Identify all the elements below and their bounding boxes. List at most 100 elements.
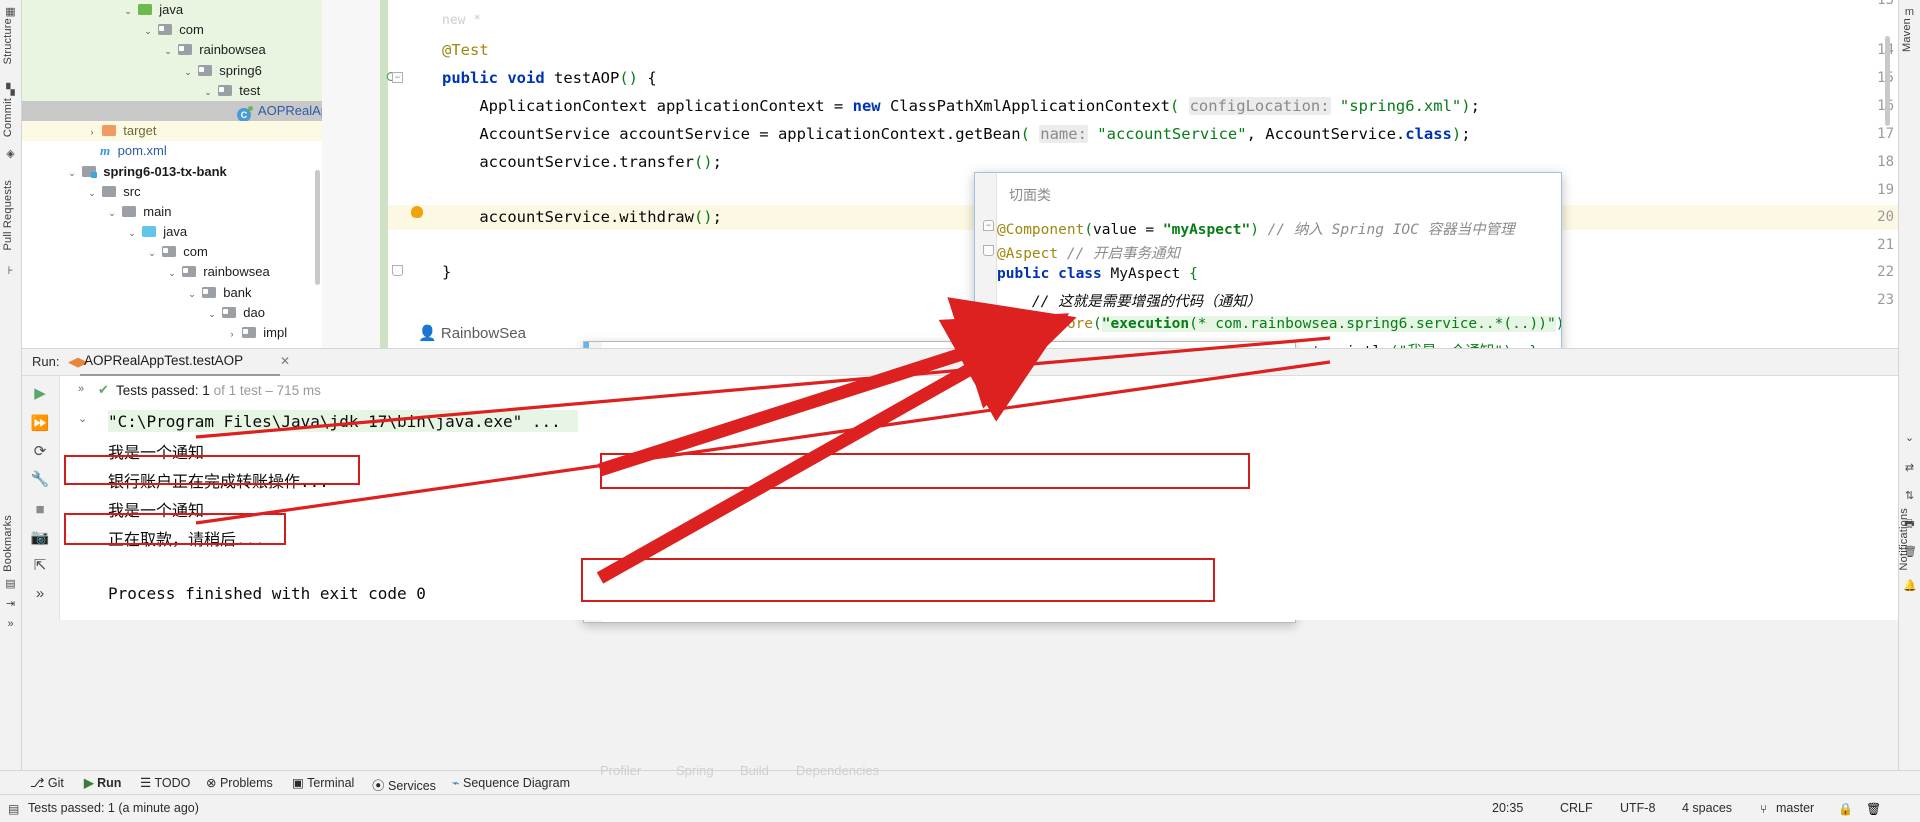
sort-icon[interactable]: ⇅: [1903, 490, 1916, 503]
sidebar-item-commit[interactable]: Commit: [2, 98, 14, 137]
tab-services[interactable]: ⦿ Services: [372, 775, 436, 794]
tree-row-target[interactable]: › target: [22, 121, 322, 142]
tab-run[interactable]: ▶ Run: [84, 775, 121, 790]
expand-all-icon[interactable]: ⇥: [4, 598, 17, 611]
run-toolbar[interactable]: ▶ ⏩ ⟳ 🔧 ■ 📷 ⇱ »: [22, 376, 60, 620]
camera-icon[interactable]: 📷: [30, 528, 50, 548]
tree-row-impl[interactable]: › impl: [22, 323, 322, 343]
editor-scrollbar[interactable]: [1885, 36, 1890, 126]
close-icon[interactable]: ✕: [280, 354, 290, 368]
collapse-icon[interactable]: »: [30, 584, 50, 604]
sidebar-item-maven[interactable]: Maven: [1901, 18, 1913, 52]
tree-row-com[interactable]: ⌄ com: [22, 20, 322, 41]
sidebar-item-structure[interactable]: Structure: [2, 18, 14, 64]
tree-row-aoprealapptest[interactable]: C AOPRealAppTest: [22, 100, 322, 122]
ghost-tab-profiler[interactable]: Profiler: [600, 763, 641, 778]
chevron-down-icon[interactable]: ⌄: [106, 203, 118, 223]
chevron-down-icon[interactable]: ⌄: [86, 183, 98, 203]
ghost-tab-dependencies[interactable]: Dependencies: [796, 763, 879, 778]
tree-row-dao[interactable]: ⌄ dao: [22, 303, 322, 323]
test-status-prefix: Tests passed:: [116, 383, 203, 398]
tree-row-rainbowsea[interactable]: ⌄ rainbowsea: [22, 40, 322, 61]
line-number: 17: [1877, 126, 1894, 142]
chevron-down-icon[interactable]: ⌄: [142, 21, 154, 41]
folder-icon: [217, 84, 232, 96]
sidebar-item-pull-requests[interactable]: Pull Requests: [2, 180, 14, 250]
bookmarks-icon[interactable]: ▤: [4, 578, 17, 591]
tree-label: dao: [243, 304, 265, 320]
commit-icon[interactable]: ◈: [4, 148, 17, 161]
chevron-down-icon[interactable]: ⌄: [182, 62, 194, 82]
chevron-down-icon[interactable]: ⌄: [186, 284, 198, 304]
maven-file-icon: m: [100, 143, 111, 159]
tree-scrollbar[interactable]: [315, 170, 320, 285]
status-encoding[interactable]: UTF-8: [1620, 801, 1655, 815]
chevron-down-icon[interactable]: ⌄: [122, 1, 134, 21]
tree-row-module[interactable]: ⌄ spring6-013-tx-bank: [22, 162, 322, 182]
trash-icon[interactable]: 🗑: [1866, 802, 1881, 816]
code-fold-icon[interactable]: −: [392, 72, 403, 83]
code-fold-icon[interactable]: [983, 245, 994, 256]
lock-icon[interactable]: 🔒: [1838, 802, 1853, 816]
tree-row-java-main[interactable]: ⌄ java: [22, 222, 322, 242]
filter-icon[interactable]: ⇄: [1903, 462, 1916, 475]
tab-terminal[interactable]: ▣ Terminal: [292, 775, 354, 790]
chevron-right-icon[interactable]: ›: [226, 324, 238, 344]
status-line-separator[interactable]: CRLF: [1560, 801, 1593, 815]
chevron-down-icon[interactable]: ⌄: [166, 263, 178, 283]
tab-git[interactable]: ⎇ Git: [30, 775, 64, 790]
stop-icon[interactable]: ■: [30, 500, 50, 520]
pull-requests-icon[interactable]: ⊦: [4, 265, 17, 278]
status-branch[interactable]: master: [1776, 801, 1814, 815]
event-log-icon[interactable]: ▤: [8, 802, 19, 816]
ghost-tab-spring[interactable]: Spring: [676, 763, 714, 778]
tree-row-main[interactable]: ⌄ main: [22, 202, 322, 222]
tree-label: java: [163, 224, 188, 240]
breadcrumb[interactable]: 👤 RainbowSea: [418, 324, 526, 342]
expand-chevron-icon[interactable]: »: [78, 383, 84, 395]
editor-gutter[interactable]: [322, 0, 380, 348]
code-fold-icon[interactable]: [392, 265, 403, 276]
console-fold-chevron-icon[interactable]: ⌄: [78, 412, 87, 425]
chevron-down-icon[interactable]: ⌄: [66, 163, 78, 183]
tree-row-rainbowsea-main[interactable]: ⌄ rainbowsea: [22, 262, 322, 282]
chevron-down-icon[interactable]: ⌄: [126, 223, 138, 243]
tree-row-test[interactable]: ⌄ test: [22, 80, 322, 102]
chevron-right-icon[interactable]: ›: [86, 122, 98, 142]
structure-toggle-icon[interactable]: ▚: [4, 84, 17, 97]
chevron-down-icon[interactable]: ⌄: [146, 243, 158, 263]
notifications-icon[interactable]: 🔔: [1903, 580, 1917, 593]
sidebar-item-notifications[interactable]: Notifications: [1898, 508, 1910, 571]
code-fold-icon[interactable]: −: [983, 220, 994, 231]
bottom-tool-bar[interactable]: ⎇ Git ▶ Run ☰ TODO ⊗ Problems ▣ Terminal…: [0, 763, 1920, 794]
code-line-18: accountService.transfer();: [442, 153, 722, 171]
sidebar-item-bookmarks[interactable]: Bookmarks: [2, 515, 14, 572]
run-tab-title[interactable]: AOPRealAppTest.testAOP: [84, 353, 243, 368]
chevron-down-icon[interactable]: ⌄: [206, 304, 218, 324]
tree-row-java-test[interactable]: ⌄ java: [22, 0, 322, 21]
status-indent[interactable]: 4 spaces: [1682, 801, 1732, 815]
chevron-down-icon[interactable]: ⌄: [202, 82, 214, 102]
run-icon[interactable]: ▶: [30, 384, 50, 404]
project-tree[interactable]: ⌄ java ⌄ com ⌄ rainbowsea ⌄ spring6 ⌄ te…: [22, 0, 322, 348]
rerun-failed-icon[interactable]: ⏩: [30, 414, 50, 434]
tree-row-spring6[interactable]: ⌄ spring6: [22, 60, 322, 82]
settings-wrench-icon[interactable]: 🔧: [30, 470, 50, 490]
intention-bulb-icon[interactable]: [411, 206, 423, 218]
tab-todo[interactable]: ☰ TODO: [140, 775, 190, 790]
chevron-down-icon[interactable]: ⌄: [162, 41, 174, 61]
export-icon[interactable]: ⇱: [30, 556, 50, 576]
more-icon[interactable]: »: [4, 618, 17, 631]
tree-row-src[interactable]: ⌄ src: [22, 182, 322, 202]
ghost-tab-build[interactable]: Build: [740, 763, 769, 778]
tree-label: impl: [263, 325, 288, 340]
tab-sequence-diagram[interactable]: ⌁ Sequence Diagram: [452, 775, 570, 790]
tree-row-bank[interactable]: ⌄ bank: [22, 283, 322, 303]
status-position[interactable]: 20:35: [1492, 801, 1523, 815]
restart-icon[interactable]: ⟳: [30, 442, 50, 462]
annotation-box-withdraw-output: [64, 513, 286, 545]
tree-row-pom-xml[interactable]: m pom.xml: [22, 141, 322, 161]
collapse-arrow-icon[interactable]: ⌄: [1903, 432, 1916, 445]
tree-row-com-main[interactable]: ⌄ com: [22, 242, 322, 262]
tab-problems[interactable]: ⊗ Problems: [206, 775, 273, 790]
